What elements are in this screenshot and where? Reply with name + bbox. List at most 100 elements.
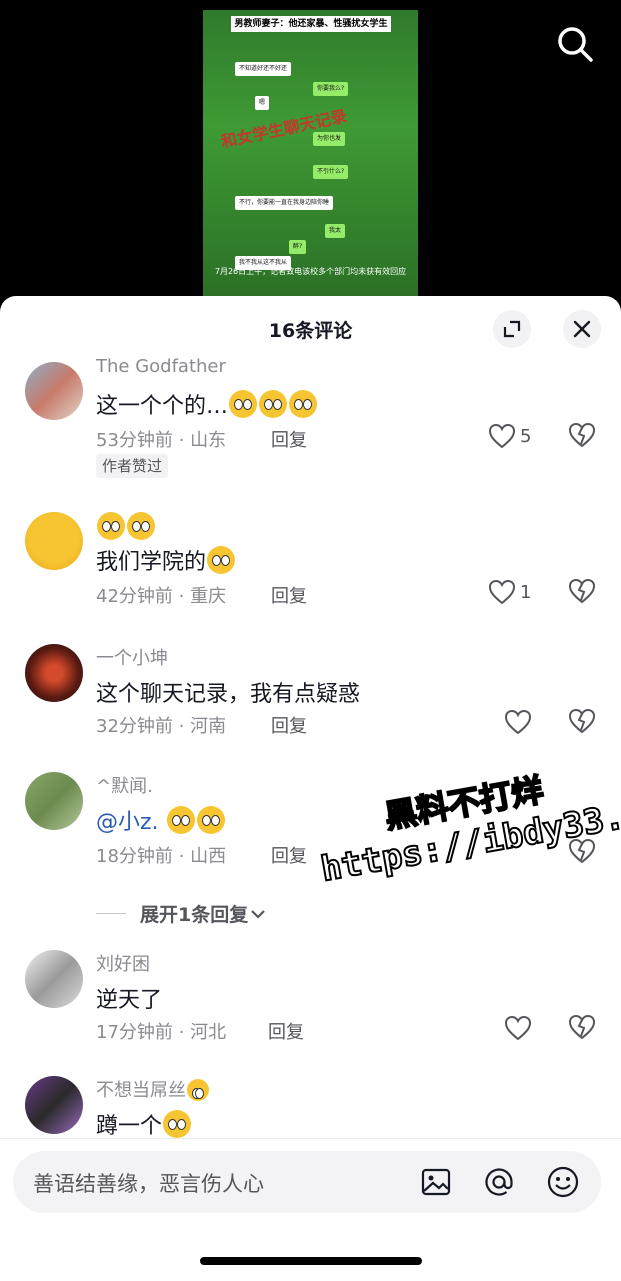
mention-button[interactable] [482, 1165, 516, 1199]
expand-icon [503, 320, 521, 338]
broken-heart-icon [568, 422, 596, 448]
video-title: 男教师妻子：他还家暴、性骚扰女学生 [231, 16, 391, 32]
comment-item: ^默闻. @小z. 18分钟前 · 山西 回复 [0, 770, 621, 870]
comment-input-bar: 善语结善缘，恶言伤人心 [0, 1138, 621, 1281]
image-icon [421, 1168, 451, 1196]
comment-text: @小z. [96, 804, 226, 836]
video-player[interactable]: 男教师妻子：他还家暴、性骚扰女学生 不知道好还不好还 你要我么? 嗯 为你也发 … [0, 0, 621, 310]
emoji-icon [259, 390, 288, 418]
dislike-button[interactable] [568, 1014, 596, 1042]
dislike-button[interactable] [568, 578, 596, 606]
heart-icon [504, 1015, 532, 1041]
reply-button[interactable]: 回复 [268, 1018, 304, 1044]
like-count: 1 [520, 581, 532, 603]
chat-bubble: 不引什么? [313, 165, 349, 179]
emoji-icon [207, 546, 236, 574]
comment-text: 蹲一个 [96, 1108, 192, 1138]
video-caption: 7月26日上午，记者致电该校多个部门均未获有效回应 [214, 267, 407, 276]
comment-text: 逆天了 [96, 988, 163, 1013]
comment-username[interactable]: 刘好困 [96, 950, 150, 976]
broken-heart-icon [568, 578, 596, 604]
chat-bubble: 你要我么? [313, 82, 349, 96]
comment-input[interactable]: 善语结善缘，恶言伤人心 [13, 1151, 601, 1213]
comment-meta: 42分钟前 · 重庆 [96, 586, 227, 607]
like-button[interactable] [504, 1014, 550, 1042]
emoji-icon [163, 1110, 192, 1138]
heart-icon [488, 423, 516, 449]
chat-bubble: 不知道好还不好还 [235, 62, 292, 76]
emoji-icon [97, 512, 125, 540]
emoji-icon [229, 390, 258, 418]
comment-username[interactable]: 一个小坤 [96, 644, 168, 670]
comment-username[interactable] [96, 512, 156, 540]
author-liked-badge: 作者赞过 [96, 454, 169, 478]
broken-heart-icon [568, 1014, 596, 1040]
reply-button[interactable]: 回复 [271, 842, 307, 868]
avatar[interactable] [25, 362, 83, 420]
reply-button[interactable]: 回复 [271, 426, 307, 452]
comment-item: 一个小坤 这个聊天记录，我有点疑惑 32分钟前 · 河南 回复 [0, 642, 621, 742]
emoji-icon [196, 806, 225, 834]
chat-bubble: 醉? [289, 240, 307, 254]
emoji-icon [166, 806, 195, 834]
emoji-icon [127, 512, 155, 540]
comment-meta: 32分钟前 · 河南 [96, 716, 227, 737]
at-icon [485, 1168, 513, 1196]
like-button[interactable]: 5 [488, 422, 534, 450]
broken-heart-icon [568, 708, 596, 734]
chat-bubble: 我太 [325, 224, 346, 238]
avatar[interactable] [25, 772, 83, 830]
dislike-button[interactable] [568, 708, 596, 736]
video-thumbnail[interactable]: 男教师妻子：他还家暴、性骚扰女学生 不知道好还不好还 你要我么? 嗯 为你也发 … [203, 10, 418, 300]
emoji-icon [187, 1079, 209, 1101]
comment-text: 这一个个的… [96, 388, 318, 420]
like-button[interactable] [504, 708, 550, 736]
comment-meta: 17分钟前 · 河北 [96, 1022, 227, 1043]
image-button[interactable] [419, 1165, 453, 1199]
comment-item: 刘好困 逆天了 17分钟前 · 河北 回复 [0, 948, 621, 1048]
comment-meta: 18分钟前 · 山西 [96, 846, 227, 867]
divider [96, 913, 126, 914]
comment-username[interactable]: 不想当屌丝 [96, 1076, 210, 1102]
expand-replies-button[interactable]: 展开1条回复 [96, 900, 268, 927]
dislike-button[interactable] [568, 838, 596, 866]
comment-sheet: 16条评论 The Godfather 这一个个的… 53分钟前 · 山东 回复… [0, 296, 621, 1281]
reply-button[interactable]: 回复 [271, 582, 307, 608]
comment-text: 这个聊天记录，我有点疑惑 [96, 682, 361, 707]
emoji-icon [289, 390, 318, 418]
comment-meta: 53分钟前 · 山东 [96, 430, 227, 451]
chevron-down-icon [251, 909, 266, 919]
dislike-button[interactable] [568, 422, 596, 450]
avatar[interactable] [25, 950, 83, 1008]
chat-bubble: 不行，你要能一直在我身边陪你睡 [235, 196, 334, 210]
like-button[interactable]: 1 [488, 578, 534, 606]
heart-icon [488, 579, 516, 605]
comment-input-placeholder: 善语结善缘，恶言伤人心 [33, 1172, 264, 1196]
search-button[interactable] [555, 24, 595, 64]
comment-item: 不想当屌丝 蹲一个 [0, 1074, 621, 1138]
expand-button[interactable] [493, 310, 531, 348]
close-icon [573, 320, 591, 338]
avatar[interactable] [25, 512, 83, 570]
comment-username[interactable]: The Godfather [96, 356, 226, 377]
comment-username[interactable]: ^默闻. [96, 772, 153, 798]
emoji-picker-button[interactable] [546, 1165, 580, 1199]
search-icon [558, 27, 593, 62]
mention-link[interactable]: @小z. [96, 810, 159, 835]
comment-item: The Godfather 这一个个的… 53分钟前 · 山东 回复 5 作者赞… [0, 356, 621, 486]
broken-heart-icon [568, 838, 596, 864]
avatar[interactable] [25, 644, 83, 702]
avatar[interactable] [25, 1076, 83, 1134]
sheet-header: 16条评论 [0, 296, 621, 362]
chat-bubble: 为你也发 [313, 132, 346, 146]
comment-item: 我们学院的 42分钟前 · 重庆 回复 1 [0, 510, 621, 620]
comment-text: 我们学院的 [96, 544, 236, 576]
reply-button[interactable]: 回复 [271, 712, 307, 738]
heart-icon [504, 709, 532, 735]
home-indicator [200, 1257, 422, 1265]
close-button[interactable] [563, 310, 601, 348]
like-count: 5 [520, 425, 532, 447]
expand-replies-label: 展开1条回复 [140, 904, 249, 926]
emoji-icon [547, 1166, 579, 1198]
video-overlay-text: 和女学生聊天记录 [219, 106, 349, 152]
